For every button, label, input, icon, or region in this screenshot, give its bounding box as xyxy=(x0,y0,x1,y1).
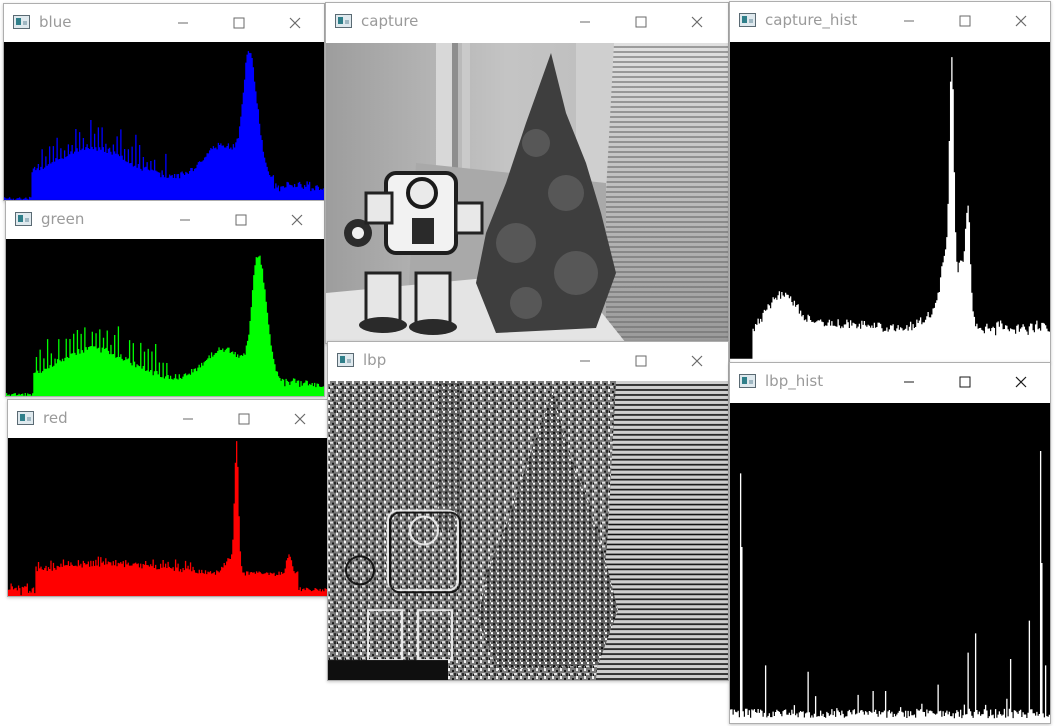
minimize-button[interactable] xyxy=(562,3,608,41)
maximize-button[interactable] xyxy=(221,400,267,438)
title-bar[interactable]: capture_hist xyxy=(730,2,1050,40)
maximize-button[interactable] xyxy=(618,342,664,380)
green-histogram xyxy=(6,239,324,396)
window-capture-hist[interactable]: capture_hist xyxy=(729,1,1051,363)
minimize-button[interactable] xyxy=(160,4,206,42)
minimize-button[interactable] xyxy=(562,342,608,380)
title-bar[interactable]: lbp xyxy=(328,342,728,380)
capture-histogram xyxy=(730,42,1050,362)
lbp-image xyxy=(328,381,728,680)
maximize-icon xyxy=(635,16,647,28)
close-button[interactable] xyxy=(998,363,1044,401)
window-title: blue xyxy=(39,13,72,31)
app-icon xyxy=(335,14,352,28)
close-button[interactable] xyxy=(674,3,720,41)
window-title: lbp xyxy=(363,351,387,369)
close-button[interactable] xyxy=(277,400,323,438)
window-lbp[interactable]: lbp xyxy=(327,341,729,681)
minimize-button[interactable] xyxy=(886,2,932,40)
close-icon xyxy=(294,413,306,425)
app-icon xyxy=(337,353,354,367)
window-title: green xyxy=(41,210,85,228)
red-histogram xyxy=(8,438,327,596)
app-icon xyxy=(17,411,34,425)
title-bar[interactable]: red xyxy=(8,400,327,438)
window-title: lbp_hist xyxy=(765,372,824,390)
title-bar[interactable]: lbp_hist xyxy=(730,363,1050,401)
window-green[interactable]: green xyxy=(5,200,325,397)
close-button[interactable] xyxy=(998,2,1044,40)
capture-image xyxy=(326,43,728,343)
maximize-button[interactable] xyxy=(218,201,264,239)
lbp-histogram xyxy=(730,403,1050,723)
minimize-icon xyxy=(180,219,190,221)
title-bar[interactable]: green xyxy=(6,201,324,239)
window-title: red xyxy=(43,409,68,427)
maximize-icon xyxy=(959,376,971,388)
minimize-icon xyxy=(904,20,914,22)
maximize-icon xyxy=(233,17,245,29)
close-button[interactable] xyxy=(272,4,318,42)
window-capture[interactable]: capture xyxy=(325,2,729,344)
close-icon xyxy=(1015,376,1027,388)
close-button[interactable] xyxy=(274,201,320,239)
window-title: capture xyxy=(361,12,419,30)
maximize-button[interactable] xyxy=(942,2,988,40)
title-bar[interactable]: blue xyxy=(4,4,324,42)
maximize-icon xyxy=(235,214,247,226)
minimize-icon xyxy=(580,21,590,23)
app-icon xyxy=(739,13,756,27)
app-icon xyxy=(739,374,756,388)
app-icon xyxy=(15,212,32,226)
maximize-button[interactable] xyxy=(618,3,664,41)
maximize-button[interactable] xyxy=(942,363,988,401)
blue-histogram xyxy=(4,42,324,200)
close-icon xyxy=(289,17,301,29)
minimize-icon xyxy=(580,360,590,362)
minimize-icon xyxy=(178,22,188,24)
window-red[interactable]: red xyxy=(7,399,328,597)
window-title: capture_hist xyxy=(765,11,858,29)
minimize-button[interactable] xyxy=(886,363,932,401)
close-icon xyxy=(691,16,703,28)
minimize-icon xyxy=(904,381,914,383)
close-icon xyxy=(691,355,703,367)
window-blue[interactable]: blue xyxy=(3,3,325,201)
maximize-button[interactable] xyxy=(216,4,262,42)
app-icon xyxy=(13,15,30,29)
minimize-icon xyxy=(183,418,193,420)
minimize-button[interactable] xyxy=(165,400,211,438)
minimize-button[interactable] xyxy=(162,201,208,239)
maximize-icon xyxy=(959,15,971,27)
close-icon xyxy=(1015,15,1027,27)
close-icon xyxy=(291,214,303,226)
title-bar[interactable]: capture xyxy=(326,3,728,41)
maximize-icon xyxy=(238,413,250,425)
window-lbp-hist[interactable]: lbp_hist xyxy=(729,362,1051,724)
maximize-icon xyxy=(635,355,647,367)
close-button[interactable] xyxy=(674,342,720,380)
